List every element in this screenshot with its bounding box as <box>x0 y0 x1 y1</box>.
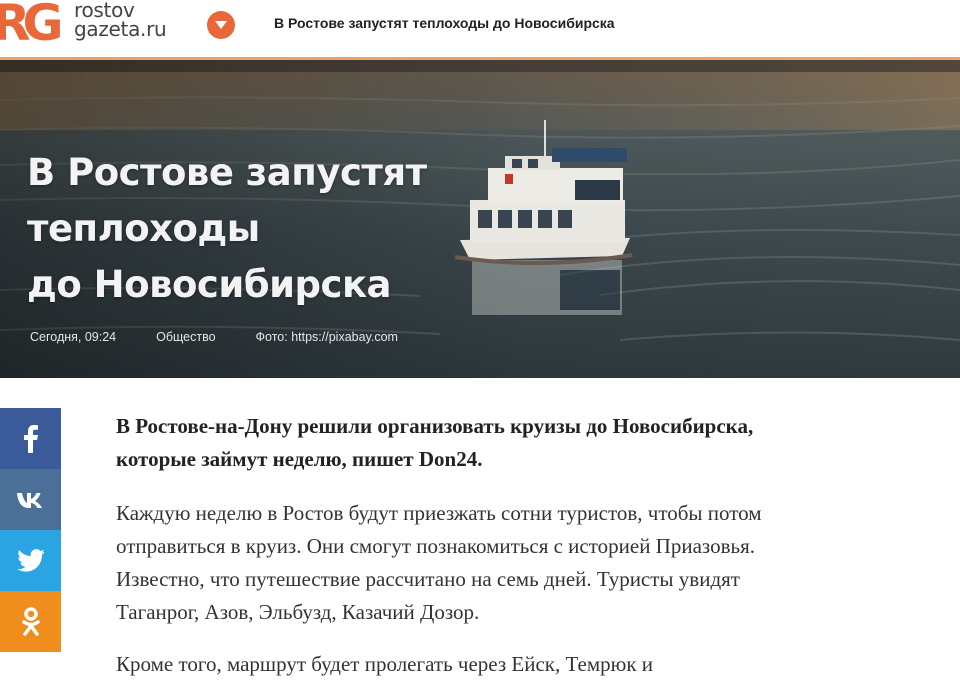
share-twitter-button[interactable] <box>0 530 61 591</box>
menu-dropdown-button[interactable] <box>207 11 235 39</box>
article-body: В Ростове-на-Дону решили организовать кр… <box>116 410 946 681</box>
share-vk-button[interactable] <box>0 469 61 530</box>
paragraph-line: отправиться в круиз. Они смогут познаком… <box>116 534 755 558</box>
hero-title-line-2: теплоходы <box>27 207 260 250</box>
social-share-bar <box>0 408 61 652</box>
paragraph-line: Таганрог, Азов, Эльбузд, Казачий Дозор. <box>116 600 480 624</box>
odnoklassniki-icon <box>21 606 40 636</box>
paragraph-line: Каждую неделю в Ростов будут приезжать с… <box>116 501 762 525</box>
hero-title-line-3: до Новосибирска <box>27 263 392 306</box>
share-odnoklassniki-button[interactable] <box>0 591 61 652</box>
twitter-icon <box>16 549 45 572</box>
svg-text:RG: RG <box>0 0 61 48</box>
category-link[interactable]: Общество <box>156 330 215 344</box>
lead-line-1: В Ростове-на-Дону решили организовать кр… <box>116 414 754 438</box>
article-paragraph-1: Каждую неделю в Ростов будут приезжать с… <box>116 497 946 629</box>
article-meta: Сегодня, 09:24 Общество Фото: https://pi… <box>30 330 438 344</box>
paragraph-line: Кроме того, маршрут будет пролегать чере… <box>116 652 654 676</box>
share-facebook-button[interactable] <box>0 408 61 469</box>
hero-title-line-1: В Ростове запустят <box>27 151 427 194</box>
article-paragraph-2: Кроме того, маршрут будет пролегать чере… <box>116 648 946 681</box>
logo-wordmark: rostov gazeta.ru <box>74 0 167 41</box>
hero-banner: В Ростове запустят теплоходы до Новосиби… <box>0 60 960 378</box>
rg-logo-mark: RG <box>0 0 62 48</box>
lead-line-2: которые займут неделю, пишет Don24. <box>116 447 483 471</box>
facebook-icon <box>23 424 38 453</box>
logo-line-2: gazeta.ru <box>74 17 167 41</box>
paragraph-line: Известно, что путешествие рассчитано на … <box>116 567 740 591</box>
vk-icon <box>16 492 42 508</box>
publish-date: Сегодня, 09:24 <box>30 330 117 344</box>
photo-credit: Фото: https://pixabay.com <box>255 330 398 344</box>
article-lead: В Ростове-на-Дону решили организовать кр… <box>116 410 946 476</box>
hero-title: В Ростове запустят теплоходы до Новосиби… <box>27 145 467 313</box>
header-article-title: В Ростове запустят теплоходы до Новосиби… <box>274 15 615 31</box>
chevron-down-icon <box>215 21 227 29</box>
site-header: RG rostov gazeta.ru В Ростове запустят т… <box>0 0 960 60</box>
